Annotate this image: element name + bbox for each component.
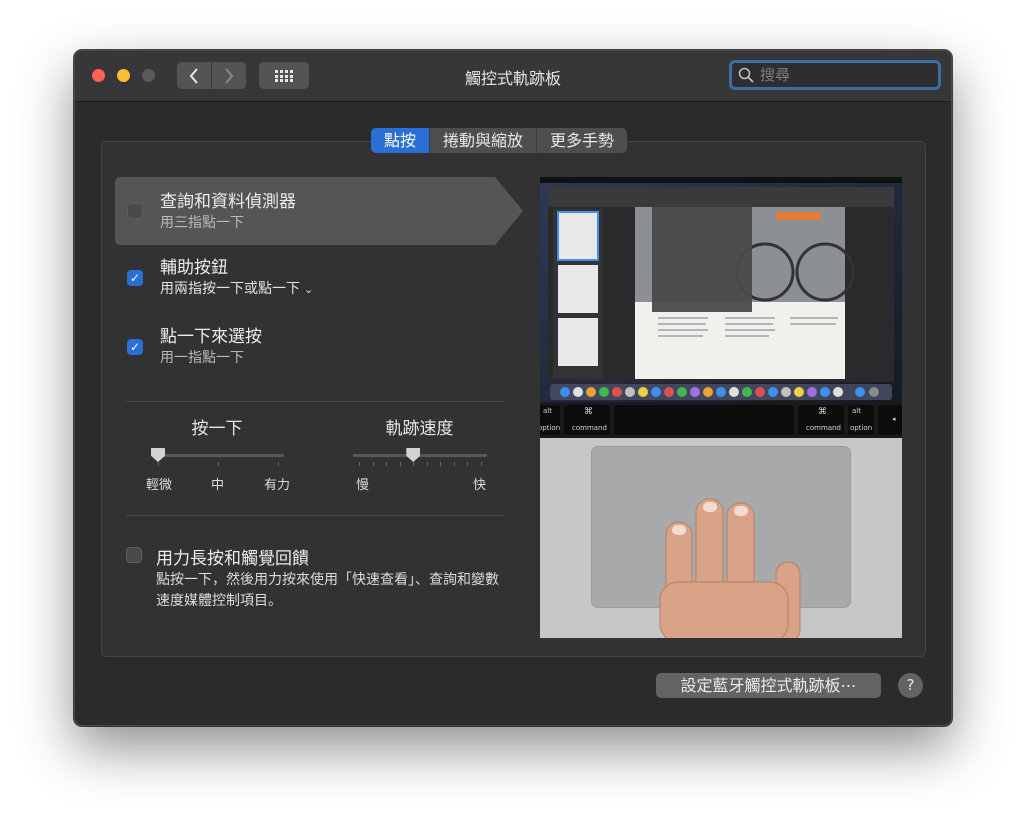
option-lookup[interactable]: 查詢和資料偵測器 用三指點一下	[115, 177, 523, 245]
tab-scroll-zoom[interactable]: 捲動與縮放	[430, 128, 538, 153]
key-right-option: alt option	[848, 405, 874, 435]
click-slider-tick	[218, 462, 219, 466]
option-tap-to-click[interactable]: ✓ 點一下來選按 用一指點一下	[115, 314, 523, 382]
speed-slider-tick	[467, 462, 469, 466]
speed-slider-knob[interactable]	[406, 448, 421, 462]
key-arrow-left: ◂	[878, 405, 902, 435]
key-left-option: alt option	[540, 405, 560, 435]
gesture-preview: alt option ⌘ command ⌘ command alt optio…	[540, 177, 902, 638]
speed-slider-label-slow: 慢	[356, 478, 370, 493]
tap-to-click-checkbox[interactable]: ✓	[127, 339, 143, 355]
key-label: alt	[852, 407, 861, 415]
speed-slider-tick	[481, 462, 482, 466]
option-title: 輔助按鈕	[160, 258, 228, 278]
divider	[126, 515, 504, 516]
speed-slider-tick	[386, 462, 388, 466]
click-slider-track[interactable]	[152, 454, 284, 457]
speed-slider-tick	[426, 462, 428, 466]
arrow-left-icon: ◂	[892, 415, 896, 423]
option-title: 查詢和資料偵測器	[160, 192, 296, 212]
option-title: 點一下來選按	[160, 327, 262, 347]
click-slider-label-firm: 有力	[264, 478, 291, 493]
preferences-window: 觸控式軌跡板 點按 捲動與縮放 更多手勢 查詢和資料偵測器 用三指點一下 ✓ 輔…	[74, 50, 952, 726]
option-subtitle: 用三指點一下	[160, 215, 244, 231]
tab-point-click[interactable]: 點按	[371, 128, 431, 153]
key-label: option	[850, 424, 873, 432]
secondary-click-checkbox[interactable]: ✓	[127, 270, 143, 286]
click-slider-title: 按一下	[191, 419, 243, 439]
command-icon: ⌘	[818, 407, 827, 417]
tab-more-gestures[interactable]: 更多手勢	[537, 128, 627, 153]
option-subtitle: 用兩指按一下或點一下	[160, 281, 300, 297]
key-label: command	[572, 424, 607, 432]
speed-slider-label-fast: 快	[473, 478, 487, 493]
key-label: alt	[543, 407, 552, 415]
preview-screen-image	[540, 177, 902, 402]
click-slider-label-light: 輕微	[146, 478, 173, 493]
command-icon: ⌘	[584, 407, 593, 417]
search-field[interactable]	[729, 60, 941, 90]
key-left-command: ⌘ command	[564, 405, 610, 435]
key-space	[614, 405, 794, 435]
chevron-down-icon: ⌄	[304, 283, 314, 296]
speed-slider-tick	[399, 462, 401, 466]
divider	[126, 401, 504, 402]
preview-screen	[540, 177, 902, 402]
title-bar: 觸控式軌跡板	[75, 51, 951, 102]
force-click-description: 點按一下，然後用力按來使用「快速查看」、查詢和變數速度媒體控制項目。	[156, 572, 499, 609]
key-label: option	[540, 424, 561, 432]
click-slider-tick	[278, 462, 279, 466]
click-slider-tick	[158, 462, 159, 466]
help-button[interactable]: ?	[898, 673, 923, 698]
click-slider-label-medium: 中	[211, 478, 225, 493]
speed-slider-tick	[440, 462, 442, 466]
key-label: command	[806, 424, 841, 432]
hand-illustration	[659, 498, 801, 638]
key-right-command: ⌘ command	[798, 405, 844, 435]
speed-slider-tick	[453, 462, 455, 466]
preview-keyboard: alt option ⌘ command ⌘ command alt optio…	[540, 402, 902, 438]
option-secondary-click[interactable]: ✓ 輔助按鈕 用兩指按一下或點一下 ⌄	[115, 245, 523, 313]
option-subtitle: 用一指點一下	[160, 350, 244, 366]
force-click-title: 用力長按和觸覺回饋	[156, 549, 309, 569]
search-input[interactable]	[758, 65, 932, 85]
secondary-click-dropdown[interactable]: 用兩指按一下或點一下 ⌄	[160, 278, 313, 298]
settings-panel: 查詢和資料偵測器 用三指點一下 ✓ 輔助按鈕 用兩指按一下或點一下 ⌄ ✓ 點一下…	[101, 141, 926, 657]
search-icon	[738, 67, 754, 83]
force-click-checkbox[interactable]	[126, 547, 142, 563]
speed-slider-title: 軌跡速度	[385, 419, 454, 439]
speed-slider-tick	[413, 462, 415, 466]
setup-bluetooth-trackpad-button[interactable]: 設定藍牙觸控式軌跡板⋯	[656, 673, 881, 698]
speed-slider-tick	[372, 462, 374, 466]
tab-bar: 點按 捲動與縮放 更多手勢	[371, 128, 628, 153]
speed-slider-tick	[359, 462, 360, 466]
lookup-checkbox[interactable]	[127, 203, 143, 219]
click-slider-knob[interactable]	[151, 448, 165, 462]
